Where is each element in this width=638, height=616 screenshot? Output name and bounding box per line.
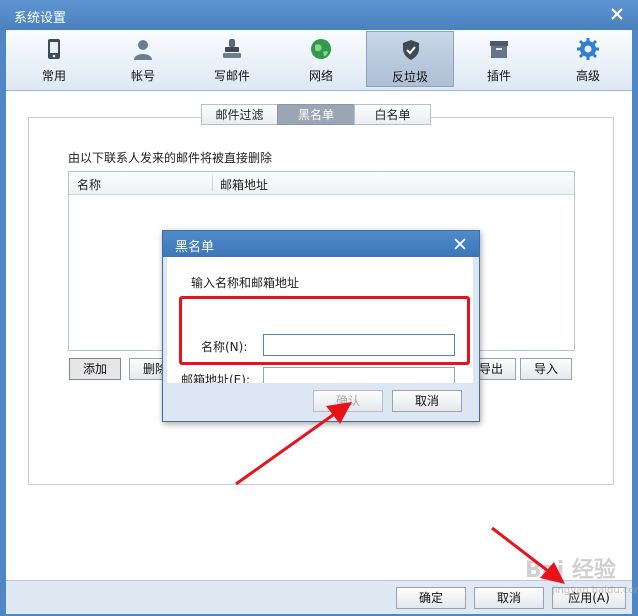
annotation-arrows	[235, 402, 565, 584]
arrow-to-apply	[491, 526, 565, 584]
arrow-to-confirm	[235, 402, 352, 486]
settings-window: 系统设置 常用 帐号 写邮件 网络 反垃圾 插件 高级 邮件过滤 黑名单 白名单…	[0, 0, 638, 616]
